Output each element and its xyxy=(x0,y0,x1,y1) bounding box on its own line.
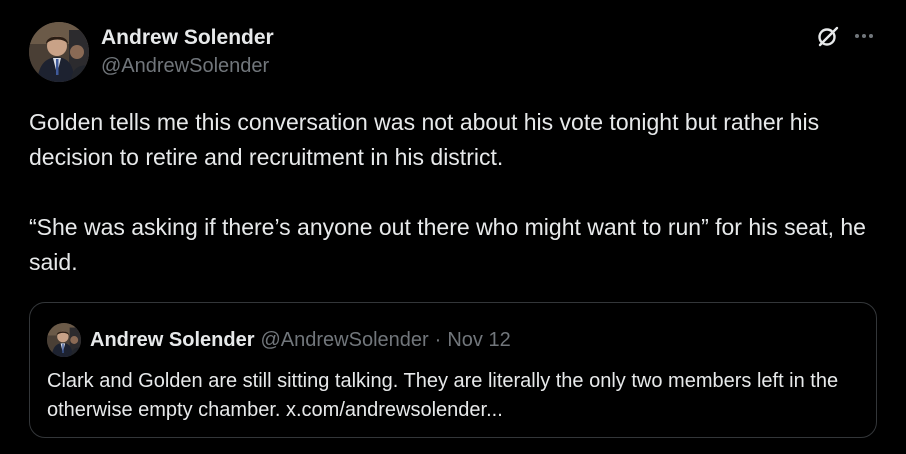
quoted-tweet[interactable]: Andrew Solender @AndrewSolender · Nov 12… xyxy=(29,302,877,438)
author-block: Andrew Solender @AndrewSolender xyxy=(101,24,274,80)
tweet-text: Golden tells me this conversation was no… xyxy=(29,105,879,280)
quoted-author-handle[interactable]: @AndrewSolender xyxy=(260,326,428,354)
separator-dot: · xyxy=(434,329,442,351)
quoted-avatar-photo xyxy=(47,323,81,357)
tweet: Andrew Solender @AndrewSolender Golden t… xyxy=(0,0,906,454)
quoted-tweet-header: Andrew Solender @AndrewSolender · Nov 12 xyxy=(47,323,511,357)
more-icon[interactable] xyxy=(852,24,876,48)
tweet-paragraph: “She was asking if there’s anyone out th… xyxy=(29,214,866,275)
grok-icon[interactable] xyxy=(816,24,840,48)
tweet-actions xyxy=(816,24,876,48)
tweet-paragraph: Golden tells me this conversation was no… xyxy=(29,109,820,170)
avatar[interactable] xyxy=(29,22,89,82)
quoted-date[interactable]: Nov 12 xyxy=(447,326,510,354)
quoted-avatar[interactable] xyxy=(47,323,81,357)
quoted-tweet-text: Clark and Golden are still sitting talki… xyxy=(47,370,839,421)
author-handle[interactable]: @AndrewSolender xyxy=(101,52,274,80)
author-name[interactable]: Andrew Solender xyxy=(101,24,274,52)
quoted-author-name[interactable]: Andrew Solender xyxy=(90,326,254,354)
avatar-photo xyxy=(29,22,89,82)
